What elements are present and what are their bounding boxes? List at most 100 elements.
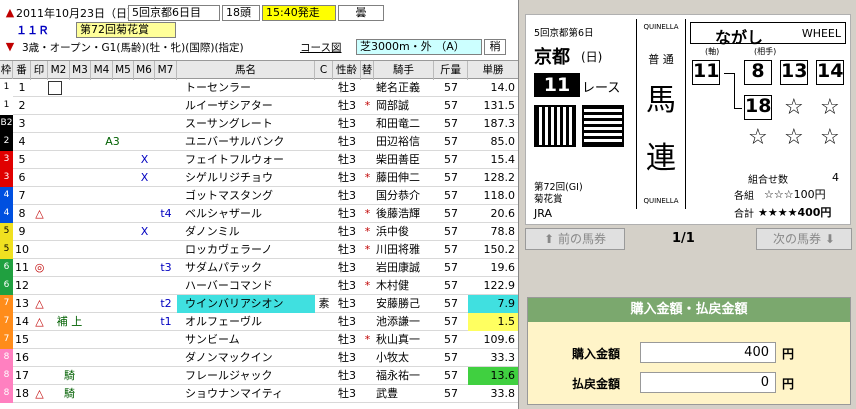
- next-ticket-button[interactable]: 次の馬券 ⬇: [756, 228, 852, 250]
- table-row[interactable]: 5 10 ロッカヴェラーノ 牡3 * 川田将雅 57 150.2: [0, 241, 518, 259]
- qr-code-icon: [582, 105, 624, 147]
- table-header: 枠 番 印 M2 M3 M4 M5 M6 M7 馬名 C 性齢 替 騎手 斤量 …: [0, 60, 518, 80]
- bet-type-1: 馬: [646, 83, 676, 118]
- table-row[interactable]: 8 17 騎 フレールジャック 牡3 福永祐一 57 13.6: [0, 367, 518, 385]
- table-row[interactable]: 3 5 X フェイトフルウォー 牡3 柴田善臣 57 15.4: [0, 151, 518, 169]
- col-mark[interactable]: 印: [31, 61, 48, 80]
- cell-odds: 78.8: [490, 225, 516, 238]
- cell-sex: 牡3: [338, 315, 356, 328]
- table-row[interactable]: 5 9 X ダノンミル 牡3 * 浜中俊 57 78.8: [0, 223, 518, 241]
- money-panel: 購入金額・払戻金額 購入金額 400 円 払戻金額 0 円: [527, 297, 851, 405]
- cell-m4: [91, 385, 134, 403]
- table-row[interactable]: 2 4 A3 ユニバーサルバンク 牡3 田辺裕信 57 85.0: [0, 133, 518, 151]
- row-checkbox[interactable]: [48, 81, 62, 95]
- col-m3[interactable]: M3: [70, 61, 91, 80]
- cell-m6: [134, 295, 155, 313]
- axis-caption: (軸): [705, 47, 720, 56]
- col-jockey[interactable]: 騎手: [374, 61, 434, 80]
- table-row[interactable]: 4 7 ゴットマスタング 牡3 国分恭介 57 118.0: [0, 187, 518, 205]
- cell-kin: 57: [444, 387, 458, 400]
- cell-c: [315, 79, 333, 97]
- cell-c: [315, 169, 333, 187]
- cell-m4: A3: [105, 135, 120, 148]
- cell-odds: 1.5: [468, 313, 518, 331]
- cell-m3: [48, 133, 91, 151]
- race-date: 2011年10月23日（日）: [16, 7, 138, 20]
- cell-m7: [155, 277, 177, 295]
- cell-mark: ◎: [34, 261, 45, 274]
- buy-amount-field[interactable]: 400: [640, 342, 776, 363]
- ticket-venue: 京都: [534, 47, 570, 68]
- prev-ticket-button[interactable]: ⬆ 前の馬券: [525, 228, 625, 250]
- cell-kin: 57: [444, 315, 458, 328]
- table-row[interactable]: 6 12 ハーバーコマンド 牡3 * 木村健 57 122.9: [0, 277, 518, 295]
- meeting-label: 5回京都6日目: [128, 5, 220, 21]
- cell-mark: [31, 187, 48, 205]
- cell-ban: 14: [15, 315, 29, 328]
- col-m5[interactable]: M5: [113, 61, 134, 80]
- table-row[interactable]: 1 2 ルイーザシアター 牡3 * 岡部誠 57 131.5: [0, 97, 518, 115]
- empty-slot-star-icon: ☆: [748, 125, 768, 150]
- col-sex-age[interactable]: 性齢: [333, 61, 361, 80]
- table-row[interactable]: 7 14 △ 補 上 t1 オルフェーヴル 牡3 池添謙一 57 1.5: [0, 313, 518, 331]
- total-label: 合計: [734, 209, 754, 220]
- cell-change: [361, 349, 374, 367]
- quinella-top: QUINELLA: [643, 23, 679, 31]
- col-m2[interactable]: M2: [48, 61, 70, 80]
- payout-amount-field[interactable]: 0: [640, 372, 776, 393]
- cell-m3: [48, 187, 91, 205]
- col-odds[interactable]: 単勝: [468, 61, 518, 80]
- table-row[interactable]: 1 1 トーセンラー 牡3 蛯名正義 57 14.0: [0, 79, 518, 97]
- cell-name: ハーバーコマンド: [185, 279, 273, 292]
- cell-change: *: [364, 333, 371, 346]
- col-c[interactable]: C: [315, 61, 333, 80]
- cell-odds: 33.3: [490, 351, 516, 364]
- cell-m6: [134, 313, 155, 331]
- table-row[interactable]: B2 3 スーサングレート 牡3 和田竜二 57 187.3: [0, 115, 518, 133]
- cell-ban: 17: [15, 369, 29, 382]
- down-arrow-icon[interactable]: ▼: [0, 38, 20, 56]
- table-row[interactable]: 7 13 △ t2 ウインバリアシオン素牡3 安藤勝己 57 7.9: [0, 295, 518, 313]
- cell-ban: 9: [18, 225, 26, 238]
- course-map-button[interactable]: コース図: [300, 40, 356, 55]
- col-change[interactable]: 替: [361, 61, 374, 80]
- cell-jockey: 武豊: [376, 387, 398, 400]
- col-weight[interactable]: 斤量: [434, 61, 468, 80]
- col-m4[interactable]: M4: [91, 61, 113, 80]
- table-row[interactable]: 8 18 △ 騎 ショウナンマイティ 牡3 武豊 57 33.8: [0, 385, 518, 403]
- cell-m4: [91, 331, 134, 349]
- cell-change: [361, 259, 374, 277]
- cell-waku: 8: [0, 349, 13, 367]
- cell-kin: 57: [444, 243, 458, 256]
- col-m6[interactable]: M6: [134, 61, 155, 80]
- cell-mark: [31, 367, 48, 385]
- table-row[interactable]: 4 8 △ t4 ベルシャザール 牡3 * 後藤浩輝 57 20.6: [0, 205, 518, 223]
- empty-slot-star-icon: ☆: [820, 95, 840, 120]
- table-row[interactable]: 8 16 ダノンマックイン 牡3 小牧太 57 33.3: [0, 349, 518, 367]
- cell-jockey: 後藤浩輝: [376, 207, 420, 220]
- cell-change: *: [364, 99, 371, 112]
- col-horse-name[interactable]: 馬名: [177, 61, 315, 80]
- cell-sex: 牡3: [338, 99, 356, 112]
- table-row[interactable]: 7 15 サンビーム 牡3 * 秋山真一 57 109.6: [0, 331, 518, 349]
- partner-caption: (相手): [754, 47, 777, 56]
- cell-waku: 7: [0, 295, 13, 313]
- cell-odds: 122.9: [483, 279, 516, 292]
- table-row[interactable]: 3 6 X シゲルリジチョウ 牡3 * 藤田伸二 57 128.2: [0, 169, 518, 187]
- cell-m4: [91, 115, 134, 133]
- cell-ban: 2: [18, 99, 26, 112]
- empty-slot-star-icon: ☆: [784, 125, 804, 150]
- race-number: １１Ｒ: [16, 24, 49, 37]
- cell-jockey: 藤田伸二: [376, 171, 420, 184]
- cell-c: [315, 97, 333, 115]
- col-waku[interactable]: 枠: [0, 61, 13, 80]
- going-label: 稍: [484, 39, 506, 55]
- cell-sex: 牡3: [338, 279, 356, 292]
- cell-odds: 15.4: [490, 153, 516, 166]
- col-m7[interactable]: M7: [155, 61, 177, 80]
- table-row[interactable]: 6 11 ◎ t3 サダムパテック 牡3 岩田康誠 57 19.6: [0, 259, 518, 277]
- cell-name: フレールジャック: [185, 369, 273, 382]
- col-ban[interactable]: 番: [13, 61, 31, 80]
- cell-m6: X: [140, 153, 149, 166]
- ticket-meeting: 5回京都第6日: [534, 28, 594, 39]
